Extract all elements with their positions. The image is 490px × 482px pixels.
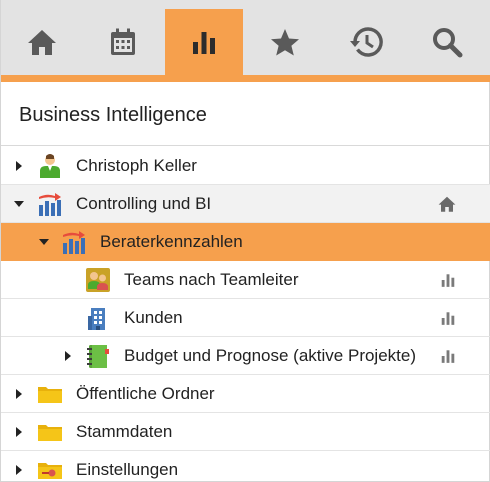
home-icon <box>438 196 456 212</box>
tree-item-teams-nach-teamleiter[interactable]: Teams nach Teamleiter <box>1 261 490 299</box>
tree-item-label: Einstellungen <box>76 460 179 479</box>
tree-item-budget-und-prognose[interactable]: Budget und Prognose (aktive Projekte) <box>1 337 490 375</box>
tree-item-label: Kunden <box>124 308 183 327</box>
bi-chart-icon <box>63 231 85 254</box>
expand-arrow-icon[interactable] <box>12 375 26 413</box>
tree-item-label: Budget und Prognose (aktive Projekte) <box>124 346 417 365</box>
tree-item-label: Beraterkennzahlen <box>100 232 243 251</box>
tree-item-label: Teams nach Teamleiter <box>124 270 299 289</box>
open-report-button[interactable] <box>439 261 457 299</box>
collapse-arrow-icon[interactable] <box>12 185 26 223</box>
tree-item-stammdaten[interactable]: Stammdaten <box>1 413 490 451</box>
settings-folder-icon <box>38 463 62 479</box>
bi-chart-icon <box>39 193 61 216</box>
tab-search[interactable] <box>408 9 486 75</box>
notebook-icon <box>87 345 109 368</box>
tree-item-label: Controlling und BI <box>76 194 212 213</box>
tree-item-controlling-und-bi[interactable]: Controlling und BI <box>1 185 490 223</box>
tree-item-label: Christoph Keller <box>76 156 197 175</box>
bar-chart-icon <box>441 350 455 363</box>
search-icon <box>433 28 463 58</box>
bar-chart-icon <box>441 312 455 325</box>
tree-item-einstellungen[interactable]: Einstellungen <box>1 451 490 482</box>
folder-icon <box>38 425 62 441</box>
bar-chart-icon <box>441 274 455 287</box>
person-icon <box>40 154 60 178</box>
history-icon <box>350 27 383 57</box>
home-icon <box>28 30 56 55</box>
folder-icon <box>38 387 62 403</box>
tree-item-label: Stammdaten <box>76 422 173 441</box>
page-title: Business Intelligence <box>19 104 207 126</box>
open-report-button[interactable] <box>439 299 457 337</box>
expand-arrow-icon[interactable] <box>61 337 75 375</box>
tree-item-beraterkennzahlen[interactable]: Beraterkennzahlen <box>1 223 490 261</box>
tab-bar <box>1 0 490 82</box>
tab-history[interactable] <box>327 9 405 75</box>
tree-item-oeffentliche-ordner[interactable]: Öffentliche Ordner <box>1 375 490 413</box>
tab-calendar[interactable] <box>84 9 162 75</box>
open-report-button[interactable] <box>439 337 457 375</box>
collapse-arrow-icon[interactable] <box>37 223 51 261</box>
navigation-tree: Christoph Keller Controlling und BI Bera… <box>1 147 490 482</box>
team-icon <box>86 268 110 292</box>
tree-item-kunden[interactable]: Kunden <box>1 299 490 337</box>
tree-item-christoph-keller[interactable]: Christoph Keller <box>1 147 490 185</box>
bar-chart-icon <box>193 32 215 54</box>
tab-favorites[interactable] <box>246 9 324 75</box>
expand-arrow-icon[interactable] <box>12 413 26 451</box>
tab-home[interactable] <box>3 9 81 75</box>
expand-arrow-icon[interactable] <box>12 147 26 185</box>
set-home-button[interactable] <box>437 185 457 223</box>
tree-item-label: Öffentliche Ordner <box>76 384 215 403</box>
tab-bar-accent-line <box>1 75 490 82</box>
tab-reports[interactable] <box>165 9 243 75</box>
calendar-icon <box>111 28 135 55</box>
bi-navigation-panel: Business Intelligence Christoph Keller C… <box>0 0 490 482</box>
building-icon <box>88 308 105 330</box>
star-icon <box>271 29 299 56</box>
divider <box>1 145 490 146</box>
expand-arrow-icon[interactable] <box>12 451 26 482</box>
